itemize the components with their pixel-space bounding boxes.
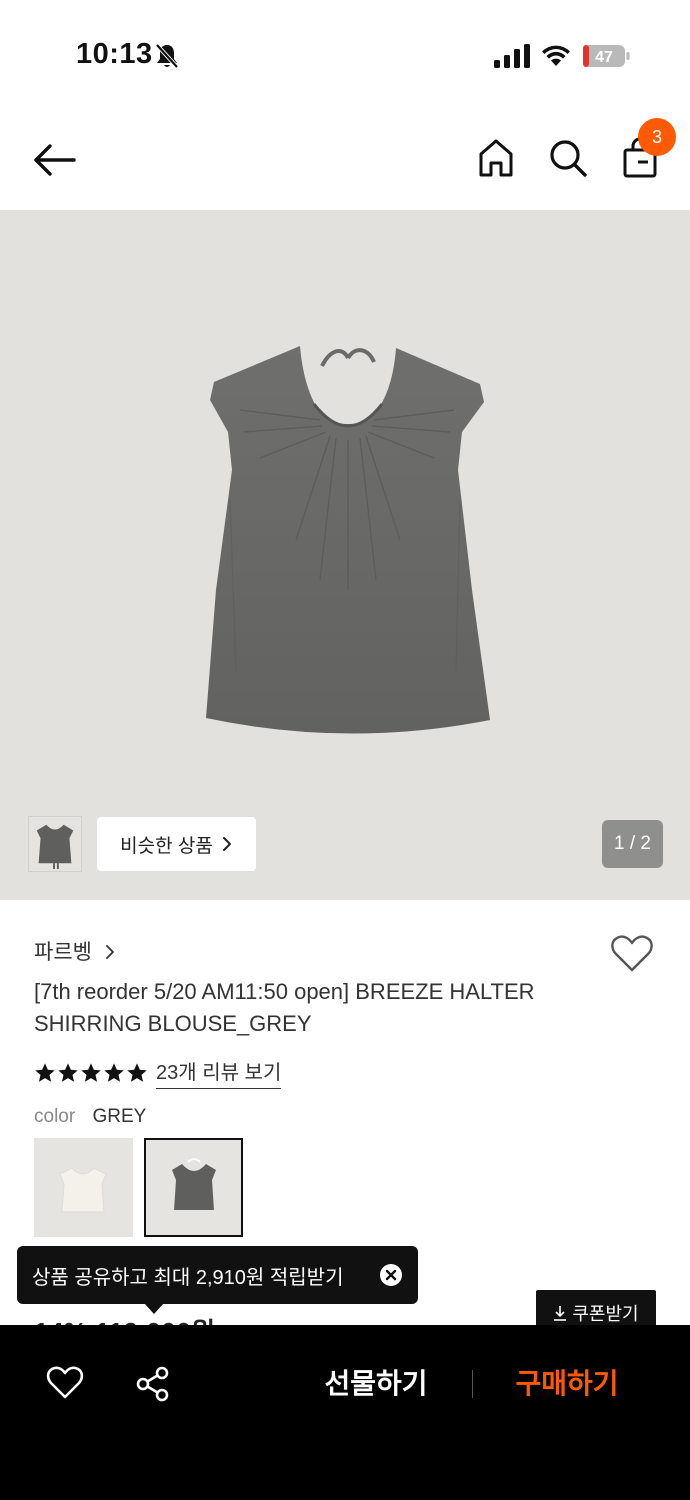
star-icon [35,1062,55,1082]
color-label: color [34,1106,76,1127]
image-counter: 1 / 2 [602,820,663,868]
swatch-image [172,1158,216,1210]
battery-icon: 47 [583,45,630,67]
bottom-action-bar: 선물하기 구매하기 [0,1325,690,1500]
product-image-gallery[interactable]: 비슷한 상품 1 / 2 [0,210,690,900]
search-icon[interactable] [546,136,590,180]
review-link[interactable]: 23개 리뷰 보기 [156,1056,282,1089]
chevron-right-icon [222,837,231,851]
back-arrow-icon[interactable] [30,138,78,182]
buy-button[interactable]: 구매하기 [494,1361,640,1407]
star-icon [104,1062,124,1082]
cart-count-badge: 3 [638,118,676,156]
status-time: 10:13 [76,38,153,70]
star-icon [81,1062,101,1082]
brand-link[interactable]: 파르벵 [34,936,116,966]
download-icon [554,1306,567,1321]
tooltip-arrow [144,1303,164,1314]
wifi-icon [542,45,570,66]
star-icon [58,1062,78,1082]
tooltip-text: 상품 공유하고 최대 2,910원 적립받기 [32,1266,344,1289]
product-title: [7th reorder 5/20 AM11:50 open] BREEZE H… [34,979,535,1036]
gallery-thumbnail[interactable] [28,816,82,872]
color-value: GREY [92,1106,147,1127]
close-icon[interactable] [380,1264,402,1286]
status-bar: 10:13 47 [0,0,690,110]
divider [472,1370,473,1398]
share-reward-tooltip: 상품 공유하고 최대 2,910원 적립받기 [17,1246,418,1304]
similar-products-button[interactable]: 비슷한 상품 [97,817,256,871]
bell-muted-icon [155,43,179,69]
similar-products-label: 비슷한 상품 [120,835,213,857]
rating-stars [34,1062,148,1084]
swatch-image [59,1167,107,1213]
coupon-label: 쿠폰받기 [572,1304,639,1324]
star-icon [127,1062,147,1082]
cellular-signal-icon [494,44,530,68]
home-icon[interactable] [474,136,518,180]
color-row: color GREY [34,1106,146,1128]
color-swatch-ivory[interactable] [34,1138,133,1237]
battery-level: 47 [595,49,613,66]
brand-name: 파르벵 [34,941,92,964]
heart-icon[interactable] [46,1365,84,1401]
rating-row: 23개 리뷰 보기 [34,1056,282,1089]
product-image [206,346,490,734]
wishlist-heart-icon[interactable] [610,934,654,974]
gift-button[interactable]: 선물하기 [300,1361,452,1407]
top-nav [0,110,690,210]
share-icon[interactable] [134,1365,172,1403]
chevron-right-icon [105,945,114,959]
color-swatch-grey[interactable] [144,1138,243,1237]
